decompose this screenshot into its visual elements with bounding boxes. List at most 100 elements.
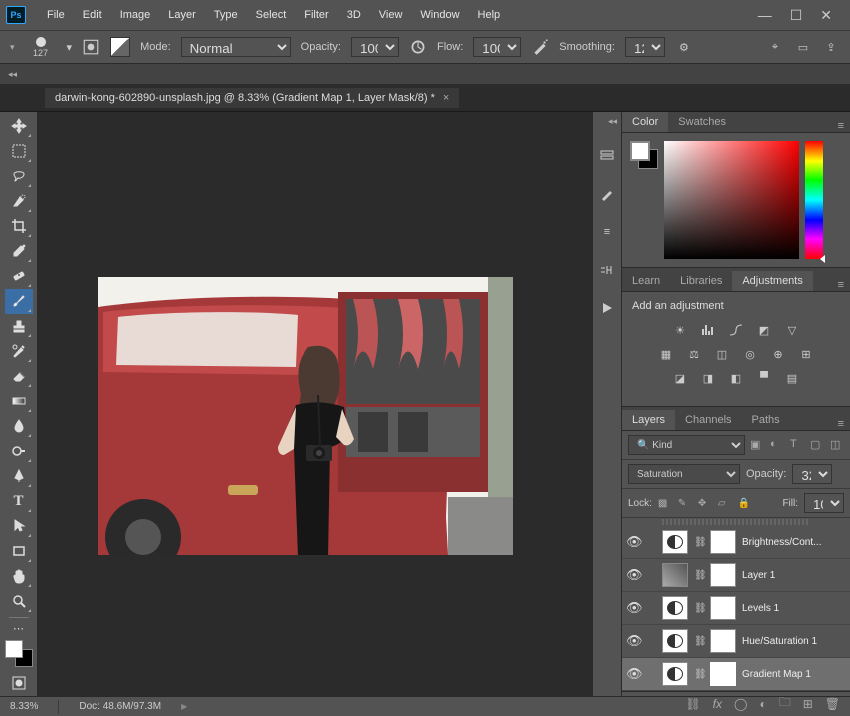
rectangle-tool[interactable]	[5, 539, 33, 564]
pen-tool[interactable]	[5, 464, 33, 489]
marquee-tool[interactable]	[5, 139, 33, 164]
menu-filter[interactable]: Filter	[295, 0, 337, 30]
delete-layer-icon[interactable]: 🗑	[825, 697, 840, 711]
smoothing-select[interactable]: 12%	[625, 37, 665, 57]
color-field[interactable]	[664, 141, 799, 259]
menu-image[interactable]: Image	[111, 0, 160, 30]
menu-edit[interactable]: Edit	[74, 0, 111, 30]
play-panel-icon[interactable]	[598, 299, 616, 317]
status-chevron-icon[interactable]: ▶	[181, 702, 187, 711]
brush-settings-panel-icon[interactable]	[598, 185, 616, 203]
hue-sat-icon[interactable]: ▦	[657, 346, 675, 362]
tab-libraries[interactable]: Libraries	[670, 271, 732, 291]
threshold-icon[interactable]: ◧	[727, 370, 745, 386]
link-icon[interactable]: ⛓	[694, 636, 704, 647]
crop-tool[interactable]	[5, 214, 33, 239]
filter-shape-icon[interactable]: ▢	[810, 438, 824, 452]
visibility-icon[interactable]: 👁	[626, 666, 640, 682]
black-white-icon[interactable]: ◫	[713, 346, 731, 362]
document-tab[interactable]: darwin-kong-602890-unsplash.jpg @ 8.33% …	[45, 88, 459, 108]
brush-panel-icon[interactable]	[82, 38, 100, 56]
visibility-icon[interactable]: 👁	[626, 633, 640, 649]
layer-mask-thumb[interactable]	[710, 596, 736, 620]
filter-type-icon[interactable]: T	[790, 438, 804, 452]
channel-mixer-icon[interactable]: ⊕	[769, 346, 787, 362]
layer-row[interactable]: 👁 ⛓ Gradient Map 1	[622, 658, 850, 691]
layer-thumb[interactable]	[662, 530, 688, 554]
flow-select[interactable]: 100%	[473, 37, 521, 57]
move-tool[interactable]	[5, 114, 33, 139]
gradient-map-icon[interactable]: ▀	[755, 370, 773, 386]
posterize-icon[interactable]: ◨	[699, 370, 717, 386]
status-zoom[interactable]: 8.33%	[10, 701, 38, 712]
link-icon[interactable]: ⛓	[694, 603, 704, 614]
type-tool[interactable]: T	[5, 489, 33, 514]
foreground-color[interactable]	[5, 640, 23, 658]
lock-artboard-icon[interactable]: ▱	[718, 498, 732, 509]
blend-mode-icon[interactable]	[110, 37, 130, 57]
layer-thumb[interactable]	[662, 629, 688, 653]
menu-window[interactable]: Window	[411, 0, 468, 30]
menu-3d[interactable]: 3D	[338, 0, 370, 30]
color-fg[interactable]	[630, 141, 650, 161]
lock-pixels-icon[interactable]: ✎	[678, 498, 692, 509]
layer-thumb[interactable]	[662, 596, 688, 620]
share-icon[interactable]: ⇪	[822, 38, 840, 56]
blend-mode-select[interactable]: Saturation	[628, 464, 740, 484]
layer-mask-thumb[interactable]	[710, 662, 736, 686]
layer-name[interactable]: Brightness/Cont...	[742, 537, 846, 548]
new-adj-icon[interactable]: ◐	[759, 697, 766, 711]
opacity-select[interactable]: 100%	[351, 37, 399, 57]
layer-fx-icon[interactable]: fx	[713, 697, 722, 711]
layers-panel-menu-icon[interactable]: ≡	[832, 418, 850, 430]
layer-filter-select[interactable]: 🔍 Kind	[628, 435, 745, 455]
layer-row[interactable]: 👁 ⛓ Brightness/Cont...	[622, 526, 850, 559]
history-brush-tool[interactable]	[5, 339, 33, 364]
path-select-tool[interactable]	[5, 514, 33, 539]
mode-select[interactable]: Normal	[181, 37, 291, 57]
symmetry-icon[interactable]: ⌖	[766, 38, 784, 56]
color-panel-swatches[interactable]	[630, 141, 658, 169]
menu-layer[interactable]: Layer	[159, 0, 205, 30]
history-panel-icon[interactable]	[598, 147, 616, 165]
layer-row[interactable]: 👁 ⛓ Hue/Saturation 1	[622, 625, 850, 658]
tool-preset-chevron-icon[interactable]: ▾	[10, 42, 15, 53]
stamp-tool[interactable]	[5, 314, 33, 339]
brush-preview[interactable]: 127	[25, 37, 57, 58]
photo-filter-icon[interactable]: ◎	[741, 346, 759, 362]
color-balance-icon[interactable]: ⚖	[685, 346, 703, 362]
layer-thumb[interactable]	[662, 563, 688, 587]
app-logo[interactable]: Ps	[6, 6, 26, 24]
link-icon[interactable]: ⛓	[694, 537, 704, 548]
fill-select[interactable]: 100%	[804, 493, 844, 513]
tab-channels[interactable]: Channels	[675, 410, 741, 430]
gradient-tool[interactable]	[5, 389, 33, 414]
layer-name[interactable]: Gradient Map 1	[742, 669, 846, 680]
quick-select-tool[interactable]	[5, 189, 33, 214]
layer-row[interactable]: 👁 ⛓ Levels 1	[622, 592, 850, 625]
pressure-opacity-icon[interactable]	[409, 38, 427, 56]
edit-toolbar-icon[interactable]: ⋯	[5, 621, 33, 636]
document-tab-close-icon[interactable]: ×	[443, 92, 449, 104]
hand-tool[interactable]	[5, 564, 33, 589]
quick-mask-icon[interactable]	[5, 671, 33, 696]
window-minimize-icon[interactable]: —	[758, 7, 772, 24]
invert-icon[interactable]: ◪	[671, 370, 689, 386]
tab-adjustments[interactable]: Adjustments	[732, 271, 813, 291]
menu-select[interactable]: Select	[247, 0, 296, 30]
layer-thumb[interactable]	[662, 662, 688, 686]
brush-settings-icon[interactable]: ▾	[67, 41, 73, 54]
link-icon[interactable]: ⛓	[694, 570, 704, 581]
healing-tool[interactable]	[5, 264, 33, 289]
color-swatches[interactable]	[5, 640, 33, 667]
dodge-tool[interactable]	[5, 439, 33, 464]
link-layers-icon[interactable]: ⛓	[685, 697, 700, 711]
layer-mask-thumb[interactable]	[710, 629, 736, 653]
link-icon[interactable]: ⛓	[694, 669, 704, 680]
filter-pixel-icon[interactable]: ▣	[750, 438, 764, 452]
vibrance-icon[interactable]: ▽	[783, 322, 801, 338]
airbrush-icon[interactable]	[531, 38, 549, 56]
lock-position-icon[interactable]: ✥	[698, 498, 712, 509]
lock-all-icon[interactable]: 🔒	[738, 498, 752, 509]
levels-icon[interactable]	[699, 322, 717, 338]
